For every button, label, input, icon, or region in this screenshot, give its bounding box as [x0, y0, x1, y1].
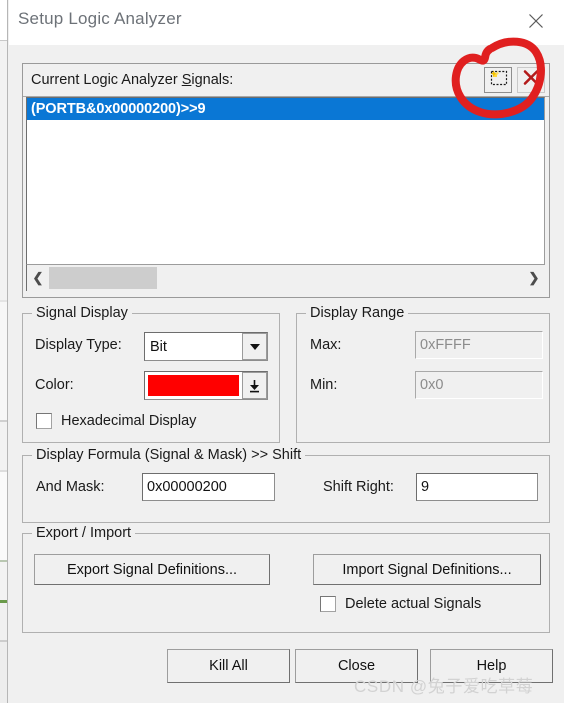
help-button[interactable]: Help — [430, 649, 553, 683]
display-formula-legend: Display Formula (Signal & Mask) >> Shift — [32, 447, 306, 463]
title-bar: Setup Logic Analyzer — [9, 0, 564, 45]
display-formula-group: Display Formula (Signal & Mask) >> Shift… — [22, 447, 550, 523]
chevron-left-icon[interactable]: ❮ — [27, 265, 49, 291]
current-signals-panel: Current Logic Analyzer Signals: (PORTB&0… — [22, 63, 550, 298]
signals-listbox[interactable]: (PORTB&0x00000200)>>9 — [26, 97, 545, 265]
color-swatch[interactable] — [148, 375, 239, 396]
signals-label-accel: S — [181, 72, 192, 88]
page-title: Setup Logic Analyzer — [18, 9, 182, 28]
scrollbar-thumb[interactable] — [49, 267, 157, 289]
color-dropdown-icon[interactable] — [242, 372, 267, 399]
setup-logic-analyzer-dialog: Setup Logic Analyzer Current Logic Analy… — [9, 0, 564, 703]
max-field[interactable]: 0xFFFF — [415, 331, 543, 359]
import-signal-definitions-button[interactable]: Import Signal Definitions... — [313, 554, 541, 585]
delete-signal-button[interactable] — [517, 67, 545, 93]
display-type-label: Display Type: — [35, 337, 122, 353]
delete-actual-signals-checkbox[interactable]: Delete actual Signals — [320, 596, 481, 612]
color-label: Color: — [35, 377, 74, 393]
hexadecimal-display-checkbox[interactable]: Hexadecimal Display — [36, 413, 196, 429]
close-icon[interactable] — [516, 6, 556, 36]
checkbox-box[interactable] — [36, 413, 52, 429]
delete-actual-signals-label: Delete actual Signals — [345, 596, 482, 612]
close-button[interactable]: Close — [295, 649, 418, 683]
list-item[interactable]: (PORTB&0x00000200)>>9 — [27, 98, 544, 120]
shift-right-label: Shift Right: — [323, 479, 394, 495]
scrollbar-track[interactable] — [49, 267, 523, 289]
display-range-legend: Display Range — [306, 305, 409, 321]
signals-label-post: ignals: — [191, 72, 234, 88]
new-signal-icon — [488, 69, 508, 92]
display-type-combo[interactable]: Bit — [144, 332, 268, 361]
delete-signal-icon — [522, 69, 540, 92]
min-field[interactable]: 0x0 — [415, 371, 543, 399]
signals-list-label: Current Logic Analyzer Signals: — [31, 72, 233, 88]
max-label: Max: — [310, 337, 342, 353]
min-label: Min: — [310, 377, 338, 393]
display-type-value: Bit — [150, 338, 167, 355]
dialog-client-area: Current Logic Analyzer Signals: (PORTB&0… — [9, 45, 564, 703]
new-signal-button[interactable] — [484, 67, 512, 93]
signal-display-legend: Signal Display — [32, 305, 132, 321]
chevron-down-icon[interactable] — [242, 333, 267, 360]
chevron-right-icon[interactable]: ❯ — [523, 265, 545, 291]
export-signal-definitions-button[interactable]: Export Signal Definitions... — [34, 554, 270, 585]
and-mask-field[interactable]: 0x00000200 — [142, 473, 275, 501]
signal-display-group: Signal Display Display Type: Bit Color: — [22, 305, 280, 443]
export-import-group: Export / Import Export Signal Definition… — [22, 525, 550, 633]
hexadecimal-display-label: Hexadecimal Display — [61, 413, 197, 429]
signals-horizontal-scrollbar[interactable]: ❮ ❯ — [26, 265, 545, 291]
background-window-sliver — [0, 0, 8, 703]
export-import-legend: Export / Import — [32, 525, 136, 541]
shift-right-field[interactable]: 9 — [416, 473, 538, 501]
color-picker[interactable] — [144, 371, 268, 400]
checkbox-box[interactable] — [320, 596, 336, 612]
signals-panel-header: Current Logic Analyzer Signals: — [23, 64, 549, 97]
display-range-group: Display Range Max: 0xFFFF Min: 0x0 — [296, 305, 550, 443]
signals-label-pre: Current Logic Analyzer — [31, 72, 182, 88]
and-mask-label: And Mask: — [36, 479, 105, 495]
kill-all-button[interactable]: Kill All — [167, 649, 290, 683]
screenshot-root: Setup Logic Analyzer Current Logic Analy… — [0, 0, 564, 703]
